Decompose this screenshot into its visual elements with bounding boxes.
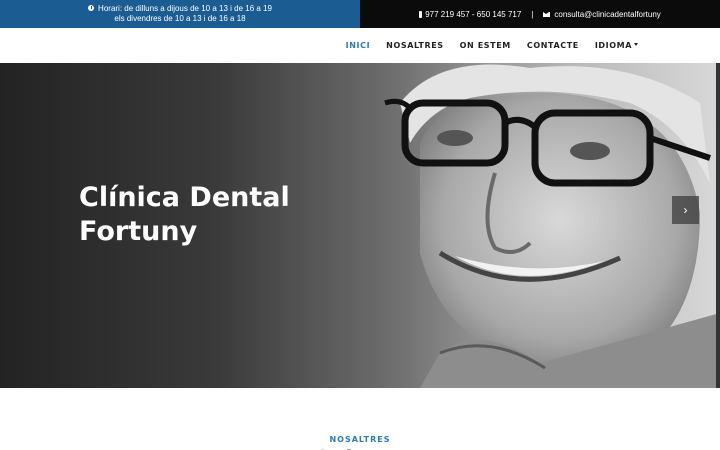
nav-item-contacte[interactable]: CONTACTE <box>527 41 579 50</box>
section-kicker: NOSALTRES <box>329 435 391 444</box>
hero-portrait-image <box>384 64 720 388</box>
nav-item-inici[interactable]: INICI <box>346 41 371 50</box>
idioma-label: IDIOMA <box>594 41 632 50</box>
section-heading: Qui som <box>0 446 720 450</box>
hero-title-line-1: Clínica Dental <box>79 182 290 213</box>
hero-slider: Clínica Dental Fortuny › <box>0 63 720 388</box>
hours-line-1: Horari: de dilluns a dijous de 10 a 13 i… <box>98 4 272 13</box>
hero-title-line-2: Fortuny <box>79 216 198 247</box>
main-navigation: INICI NOSALTRES ON ESTEM CONTACTE IDIOMA <box>0 28 720 63</box>
envelope-icon <box>543 11 551 17</box>
caret-down-icon <box>634 43 638 46</box>
chevron-right-icon: › <box>683 203 688 217</box>
contact-info: 977 219 457 - 650 145 717 | consulta@cli… <box>360 0 720 28</box>
phone-number: 977 219 457 - 650 145 717 <box>425 9 522 19</box>
clock-icon <box>88 5 95 11</box>
phone-link[interactable]: 977 219 457 - 650 145 717 <box>419 10 521 19</box>
email-link[interactable]: consulta@clinicadentalfortuny <box>543 9 661 19</box>
contact-separator: | <box>531 9 534 19</box>
slider-next-button[interactable]: › <box>672 196 699 224</box>
phone-icon <box>419 10 423 18</box>
hours-line-2: els divendres de 10 a 13 i de 16 a 18 <box>114 14 246 23</box>
email-address: consulta@clinicadentalfortuny <box>554 9 661 19</box>
top-info-bar: Horari: de dilluns a dijous de 10 a 13 i… <box>0 0 720 28</box>
nav-item-nosaltres[interactable]: NOSALTRES <box>386 41 443 50</box>
nav-item-idioma[interactable]: IDIOMA <box>595 41 638 50</box>
nav-item-on-estem[interactable]: ON ESTEM <box>460 41 511 50</box>
hero-title: Clínica Dental Fortuny <box>79 181 339 249</box>
opening-hours: Horari: de dilluns a dijous de 10 a 13 i… <box>0 0 360 28</box>
slider-edge <box>716 63 720 388</box>
